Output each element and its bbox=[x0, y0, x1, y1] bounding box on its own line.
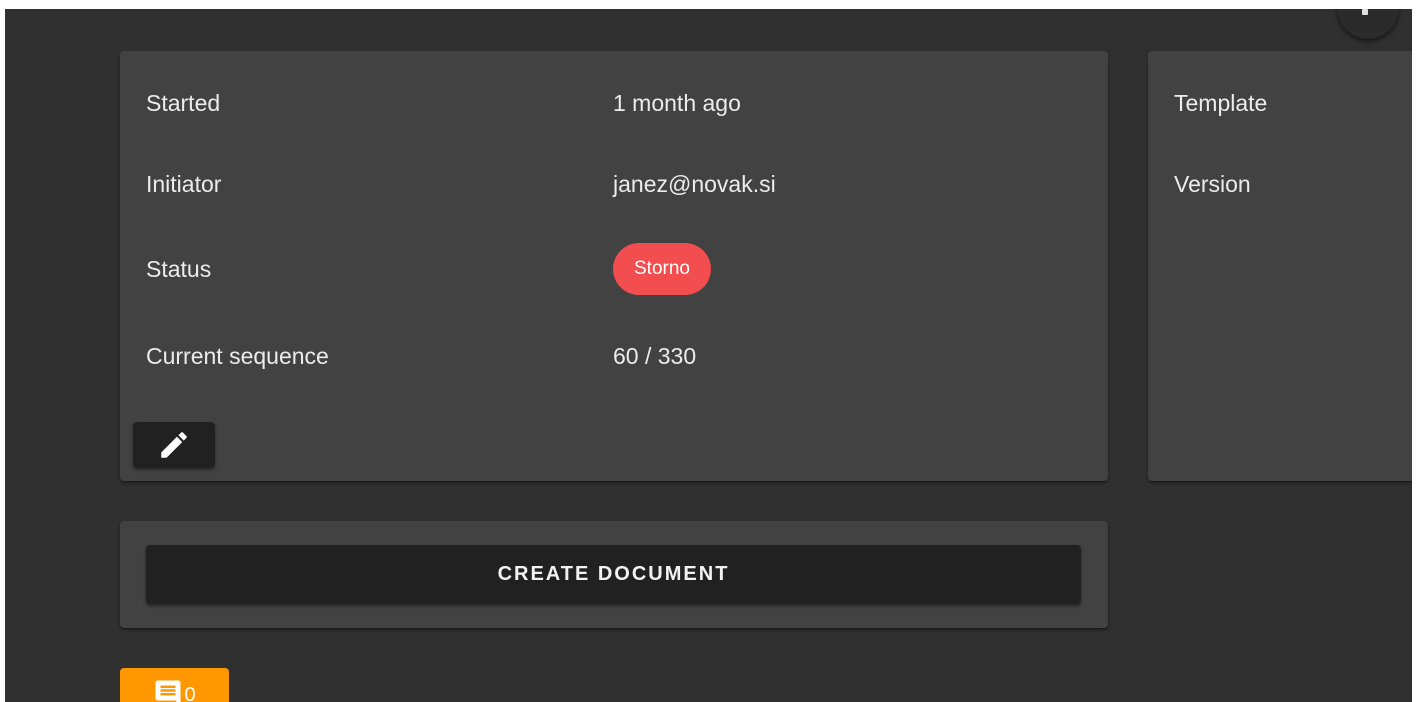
comment-icon bbox=[155, 680, 181, 702]
comments-button[interactable]: 0 bbox=[120, 668, 229, 702]
pencil-icon bbox=[161, 432, 187, 458]
status-label: Status bbox=[146, 256, 212, 282]
create-document-button[interactable]: CREATE DOCUMENT bbox=[146, 545, 1081, 604]
fab-icon bbox=[1362, 9, 1368, 15]
comments-count: 0 bbox=[184, 684, 196, 702]
process-info-card: Started 1 month ago Initiator janez@nova… bbox=[120, 51, 1108, 481]
floating-action-button[interactable] bbox=[1338, 9, 1398, 39]
initiator-label: Initiator bbox=[146, 171, 222, 197]
current-sequence-value: 60 / 330 bbox=[613, 343, 697, 369]
started-value: 1 month ago bbox=[613, 90, 741, 116]
started-label: Started bbox=[146, 90, 221, 116]
edit-button[interactable] bbox=[133, 422, 215, 468]
template-info-card: Template Version bbox=[1148, 51, 1412, 481]
status-badge: Storno bbox=[613, 243, 711, 295]
initiator-value: janez@novak.si bbox=[613, 171, 776, 197]
app-window: Started 1 month ago Initiator janez@nova… bbox=[5, 9, 1412, 702]
actions-card: CREATE DOCUMENT bbox=[120, 521, 1108, 628]
template-label: Template bbox=[1174, 90, 1268, 116]
current-sequence-label: Current sequence bbox=[146, 343, 329, 369]
version-label: Version bbox=[1174, 171, 1251, 197]
